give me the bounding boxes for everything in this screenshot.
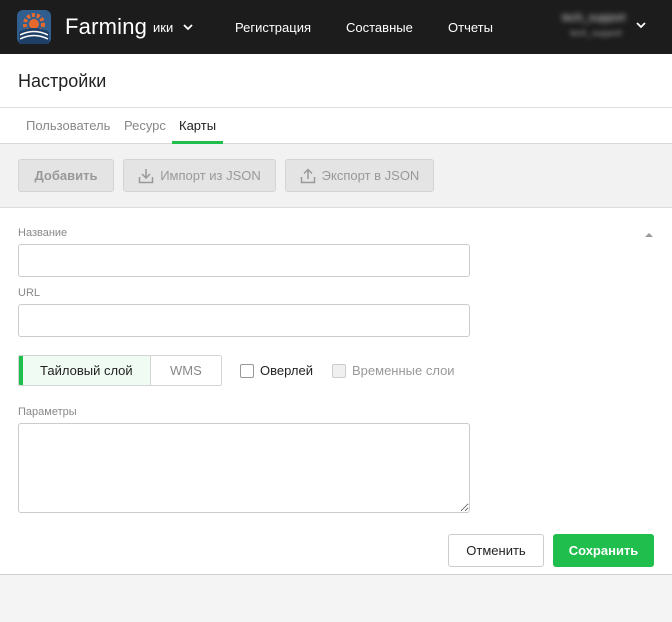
user-name: tech_support — [562, 12, 626, 24]
nav-menu-dropdown[interactable]: ики — [153, 20, 193, 35]
tab-user[interactable]: Пользователь — [26, 118, 110, 144]
tab-maps[interactable]: Карты — [172, 118, 224, 144]
nav-menu-label: ики — [153, 20, 174, 35]
nav-item-composite[interactable]: Составные — [346, 20, 413, 35]
layer-type-tile-option[interactable]: Тайловый слой — [19, 356, 151, 385]
user-email: tech_support — [570, 28, 623, 38]
url-input[interactable] — [18, 304, 470, 337]
nav-item-reports[interactable]: Отчеты — [448, 20, 493, 35]
page-header: Настройки — [0, 54, 672, 108]
temporal-layers-checkbox-box[interactable] — [332, 363, 346, 378]
toolbar: Добавить Импорт из JSON Экспорт в JSON — [0, 144, 672, 208]
export-json-button[interactable]: Экспорт в JSON — [285, 159, 434, 192]
name-label: Название — [18, 227, 68, 239]
export-json-label: Экспорт в JSON — [321, 168, 420, 183]
tab-resource[interactable]: Ресурс — [124, 118, 166, 144]
app-title[interactable]: Farming — [65, 14, 147, 40]
nav-item-registration[interactable]: Регистрация — [235, 20, 311, 35]
temporal-layers-label: Временные слои — [352, 363, 455, 378]
page-title: Настройки — [18, 71, 107, 91]
url-label: URL — [18, 287, 41, 299]
add-button[interactable]: Добавить — [18, 159, 114, 192]
chevron-down-icon — [636, 22, 646, 29]
settings-tabs: Пользователь Ресурс Карты — [0, 108, 672, 144]
layer-type-selector: Тайловый слой WMS — [18, 355, 222, 386]
download-icon — [138, 168, 154, 183]
upload-icon — [300, 167, 315, 183]
temporal-layers-checkbox[interactable]: Временные слои — [332, 363, 455, 378]
params-label: Параметры — [18, 406, 77, 418]
cancel-button[interactable]: Отменить — [448, 534, 544, 567]
layer-type-wms-option[interactable]: WMS — [150, 356, 221, 385]
overlay-checkbox[interactable]: Оверлей — [240, 363, 313, 378]
overlay-checkbox-box[interactable] — [240, 363, 254, 378]
import-json-button[interactable]: Импорт из JSON — [123, 159, 276, 192]
top-navbar: Farming ики Регистрация Составные Отчеты… — [0, 0, 672, 54]
user-menu[interactable]: tech_support tech_support — [556, 8, 646, 44]
save-button[interactable]: Сохранить — [553, 534, 654, 567]
overlay-label: Оверлей — [260, 363, 313, 378]
map-settings-form: Название URL Тайловый слой WMS Оверлей В… — [0, 208, 672, 575]
farming-logo-icon[interactable] — [17, 10, 51, 44]
add-button-label: Добавить — [34, 168, 98, 183]
import-json-label: Импорт из JSON — [160, 168, 261, 183]
name-input[interactable] — [18, 244, 470, 277]
params-textarea[interactable] — [18, 423, 470, 513]
collapse-up-icon[interactable] — [644, 231, 654, 239]
chevron-down-icon — [183, 23, 193, 30]
